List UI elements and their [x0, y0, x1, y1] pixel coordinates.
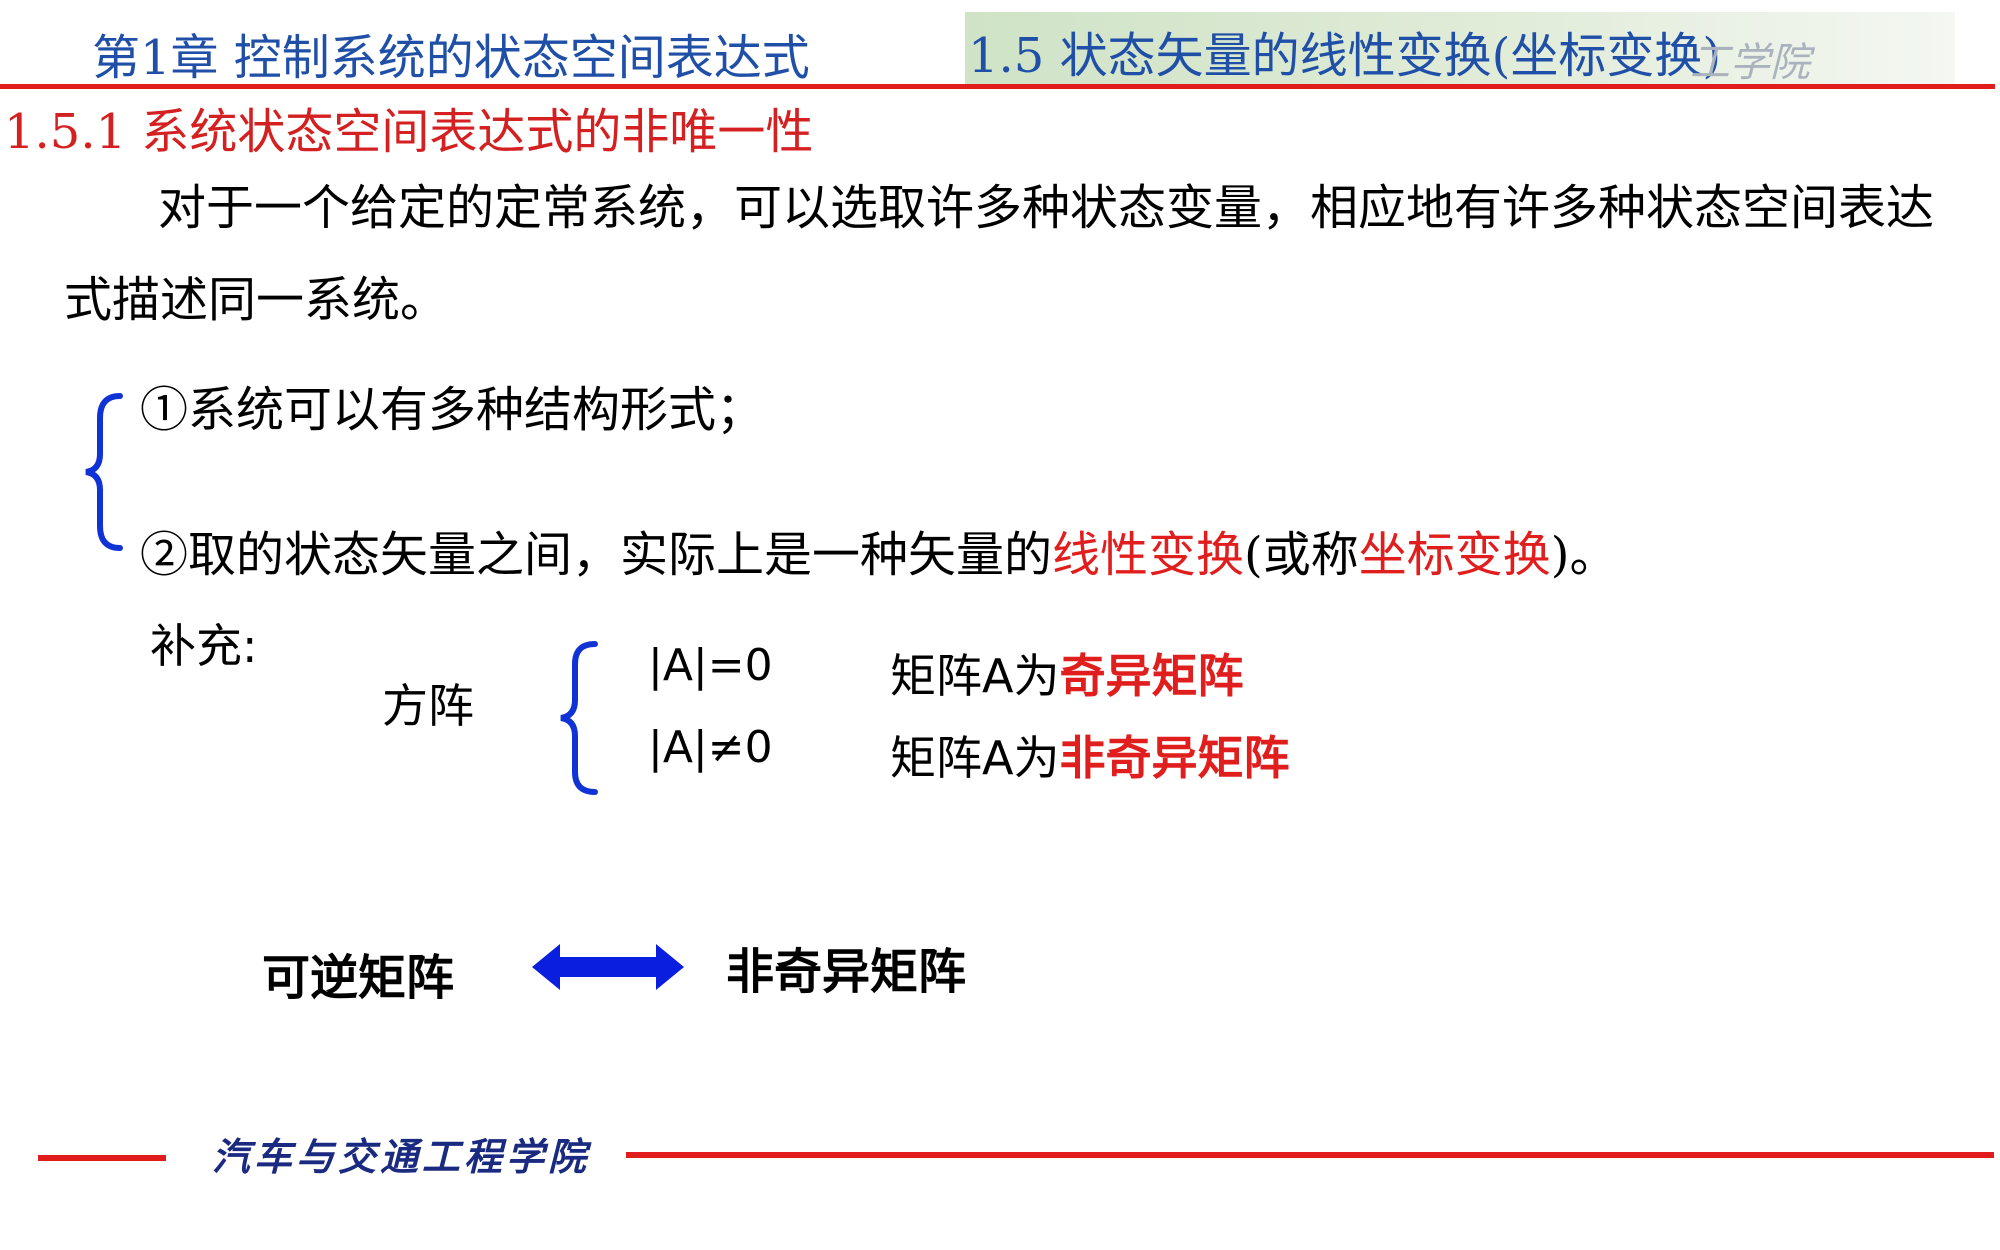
point-item-2: ②取的状态矢量之间，实际上是一种矢量的线性变换(或称坐标变换)。 [140, 515, 1618, 585]
footer-rule-left [38, 1155, 166, 1161]
coordinate-transform-term: 坐标变换 [1358, 527, 1551, 583]
chapter-title: 第1章 控制系统的状态空间表达式 [92, 30, 810, 86]
intro-paragraph: 对于一个给定的定常系统，可以选取许多种状态变量，相应地有许多种状态空间表达式描述… [64, 180, 1935, 328]
section-title: 1.5 状态矢量的线性变换(坐标变换) [968, 28, 1722, 84]
header-divider [0, 84, 1995, 89]
point-item-2-prefix: ②取的状态矢量之间，实际上是一种矢量的 [140, 527, 1053, 583]
double-arrow-icon [532, 944, 684, 990]
subsection-title: 1.5.1 系统状态空间表达式的非唯一性 [4, 104, 814, 160]
nonsingular-matrix-label: 非奇异矩阵 [726, 944, 967, 1000]
nonsingular-prefix: 矩阵A为 [890, 731, 1060, 785]
banner-watermark: 工学院 [1690, 40, 1810, 86]
small-brace-icon [560, 641, 598, 795]
nonsingular-definition: 矩阵A为非奇异矩阵 [890, 722, 1289, 788]
matrix-label: 方阵 [382, 679, 474, 733]
supplement-label: 补充: [150, 619, 258, 673]
linear-transform-term: 线性变换 [1052, 527, 1245, 583]
point-item-2-suffix: )。 [1550, 527, 1618, 583]
footer-rule-right [626, 1152, 1994, 1158]
invertible-matrix-label: 可逆矩阵 [262, 950, 455, 1006]
point-item-2-mid: (或称 [1244, 527, 1359, 583]
singular-term: 奇异矩阵 [1059, 649, 1244, 703]
determinant-nonzero: |A|≠0 [648, 722, 773, 773]
nonsingular-term: 非奇异矩阵 [1059, 731, 1290, 785]
footer-school-name: 汽车与交通工程学院 [212, 1134, 591, 1179]
point-item-1: ①系统可以有多种结构形式； [140, 382, 765, 438]
determinant-zero: |A|=0 [648, 640, 773, 691]
left-brace-icon [85, 393, 123, 551]
singular-definition: 矩阵A为奇异矩阵 [890, 640, 1243, 706]
singular-prefix: 矩阵A为 [890, 649, 1060, 703]
